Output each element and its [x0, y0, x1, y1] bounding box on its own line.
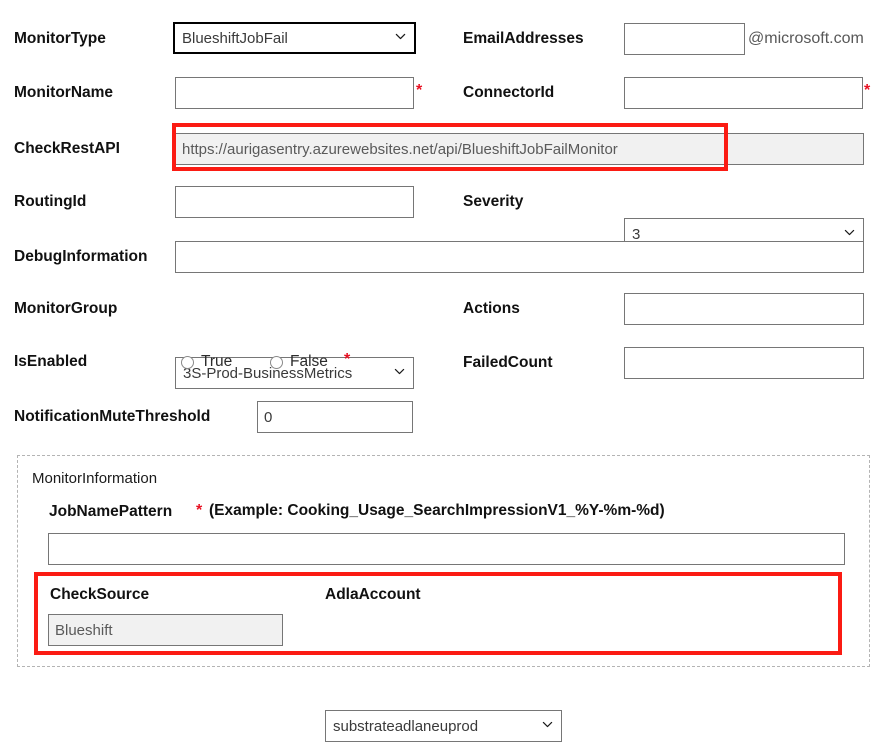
routing-id-label: RoutingId: [14, 193, 87, 210]
monitor-name-input[interactable]: [175, 77, 414, 109]
connector-id-label: ConnectorId: [463, 84, 555, 101]
monitor-name-label: MonitorName: [14, 84, 114, 101]
notification-mute-threshold-label: NotificationMuteThreshold: [14, 408, 211, 425]
adla-account-label: AdlaAccount: [325, 586, 421, 603]
is-enabled-label: IsEnabled: [14, 353, 88, 370]
radio-true-icon[interactable]: [181, 355, 194, 369]
job-name-pattern-input[interactable]: [48, 533, 845, 565]
monitor-group-label: MonitorGroup: [14, 300, 118, 317]
job-name-pattern-required-marker: *: [196, 502, 203, 519]
is-enabled-radio-true[interactable]: True: [181, 353, 232, 371]
adla-account-select-value: substrateadlaneuprod: [333, 717, 479, 735]
check-source-label: CheckSource: [50, 586, 150, 603]
email-addresses-input[interactable]: [624, 23, 745, 55]
actions-label: Actions: [463, 300, 520, 317]
monitor-information-legend: MonitorInformation: [32, 470, 158, 487]
monitor-name-required-marker: *: [416, 82, 423, 99]
radio-false-label: False: [290, 353, 328, 370]
failed-count-input[interactable]: [624, 347, 864, 379]
connector-id-input[interactable]: [624, 77, 863, 109]
actions-input[interactable]: [624, 293, 864, 325]
is-enabled-required-marker: *: [344, 351, 351, 368]
connector-id-required-marker: *: [864, 82, 871, 99]
debug-information-input[interactable]: [175, 241, 864, 273]
check-source-input[interactable]: [48, 614, 283, 646]
severity-select-value: 3: [632, 225, 641, 243]
routing-id-input[interactable]: [175, 186, 414, 218]
monitor-type-label: MonitorType: [14, 30, 106, 47]
chevron-down-icon: [395, 31, 406, 42]
chevron-down-icon: [394, 366, 405, 377]
adla-account-select[interactable]: substrateadlaneuprod: [325, 710, 562, 742]
job-name-pattern-example: (Example: Cooking_Usage_SearchImpression…: [209, 502, 665, 519]
check-rest-api-input[interactable]: [175, 133, 864, 165]
monitor-type-select-value: BlueshiftJobFail: [182, 29, 288, 47]
is-enabled-radio-false[interactable]: False: [270, 353, 328, 371]
monitor-type-select[interactable]: BlueshiftJobFail: [173, 22, 416, 54]
chevron-down-icon: [844, 227, 855, 238]
debug-information-label: DebugInformation: [14, 248, 148, 265]
severity-label: Severity: [463, 193, 524, 210]
radio-false-icon[interactable]: [270, 355, 283, 369]
radio-true-label: True: [201, 353, 233, 370]
chevron-down-icon: [542, 719, 553, 730]
email-domain-suffix: @microsoft.com: [748, 30, 864, 47]
job-name-pattern-label: JobNamePattern: [49, 503, 173, 520]
check-rest-api-label: CheckRestAPI: [14, 140, 120, 157]
notification-mute-threshold-input[interactable]: [257, 401, 413, 433]
email-addresses-label: EmailAddresses: [463, 30, 584, 47]
failed-count-label: FailedCount: [463, 354, 553, 371]
